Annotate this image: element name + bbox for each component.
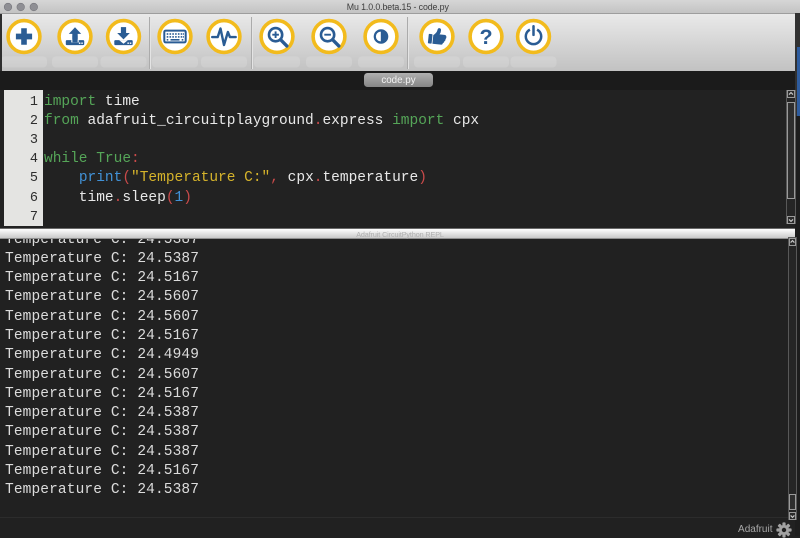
svg-text:?: ?	[479, 25, 492, 49]
